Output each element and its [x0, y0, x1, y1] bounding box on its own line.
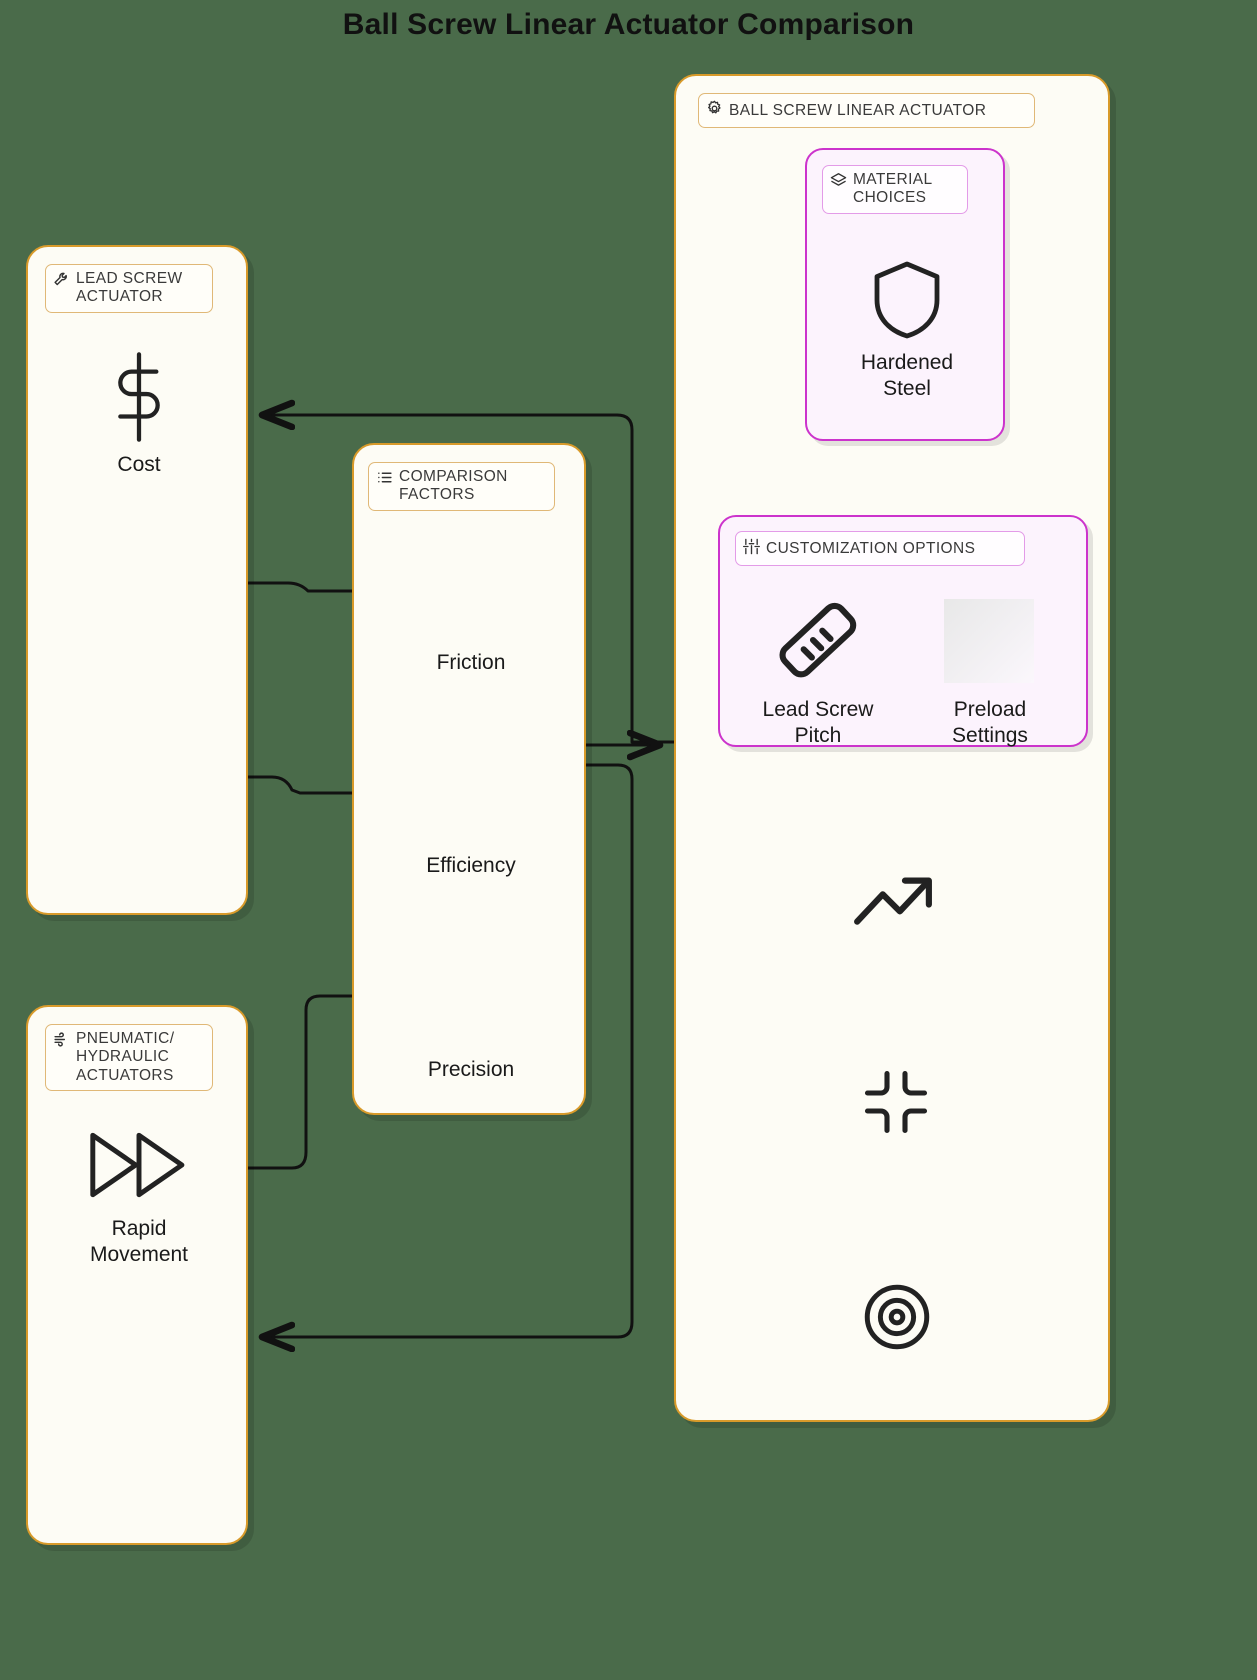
ruler-icon: [775, 597, 861, 688]
chip-customization-options: CUSTOMIZATION OPTIONS: [735, 531, 1025, 567]
page-title: Ball Screw Linear Actuator Comparison: [342, 8, 915, 41]
factor-friction: Friction: [436, 651, 506, 674]
factor-precision: Precision: [427, 1058, 515, 1081]
wind-icon: [53, 1031, 70, 1053]
chip-comparison-factors: COMPARISON FACTORS: [368, 462, 555, 511]
chip-ball-screw-linear-actuator: BALL SCREW LINEAR ACTUATOR: [698, 93, 1035, 129]
chip-label: BALL SCREW LINEAR ACTUATOR: [729, 101, 987, 119]
layers-icon: [830, 172, 847, 194]
card-pneumatic-hydraulic-actuators[interactable]: PNEUMATIC/ HYDRAULIC ACTUATORS Rapid Mov…: [26, 1005, 248, 1545]
chip-material-choices: MATERIAL CHOICES: [822, 165, 968, 214]
item-label-lead-screw-pitch: Lead Screw Pitch: [762, 698, 874, 747]
chip-label: LEAD SCREW ACTUATOR: [76, 270, 183, 306]
list-icon: [376, 469, 393, 491]
chip-label: COMPARISON FACTORS: [399, 468, 508, 504]
factor-efficiency: Efficiency: [426, 854, 516, 877]
card-ball-screw-linear-actuator[interactable]: BALL SCREW LINEAR ACTUATOR MATERIAL CHOI…: [674, 74, 1110, 1422]
group-material-choices[interactable]: MATERIAL CHOICES Hardened Steel: [805, 148, 1005, 441]
group-customization-options[interactable]: CUSTOMIZATION OPTIONS Lead Screw Pitch P…: [718, 515, 1088, 747]
chip-label: MATERIAL CHOICES: [853, 171, 933, 207]
chip-lead-screw-actuator: LEAD SCREW ACTUATOR: [45, 264, 213, 313]
card-lead-screw-actuator[interactable]: LEAD SCREW ACTUATOR Cost: [26, 245, 248, 915]
chip-pneumatic-hydraulic: PNEUMATIC/ HYDRAULIC ACTUATORS: [45, 1024, 213, 1091]
shield-icon: [874, 260, 940, 345]
item-label-cost: Cost: [117, 453, 161, 476]
item-label-hardened-steel: Hardened Steel: [860, 351, 954, 400]
chip-label: CUSTOMIZATION OPTIONS: [766, 539, 976, 557]
wrench-icon: [53, 271, 70, 293]
gear-icon: [706, 100, 723, 122]
trending-up-icon: [852, 865, 934, 932]
blank-image-icon: [944, 599, 1034, 683]
chip-label: PNEUMATIC/ HYDRAULIC ACTUATORS: [76, 1030, 175, 1084]
shrink-corners-icon: [860, 1066, 932, 1143]
card-comparison-factors[interactable]: COMPARISON FACTORS Friction Efficiency P…: [352, 443, 586, 1115]
dollar-icon: [107, 347, 171, 452]
target-icon: [862, 1282, 932, 1357]
sliders-icon: [743, 538, 760, 560]
item-label-rapid-movement: Rapid Movement: [89, 1217, 189, 1266]
item-label-preload-settings: Preload Settings: [952, 698, 1028, 747]
fast-forward-icon: [89, 1132, 189, 1203]
